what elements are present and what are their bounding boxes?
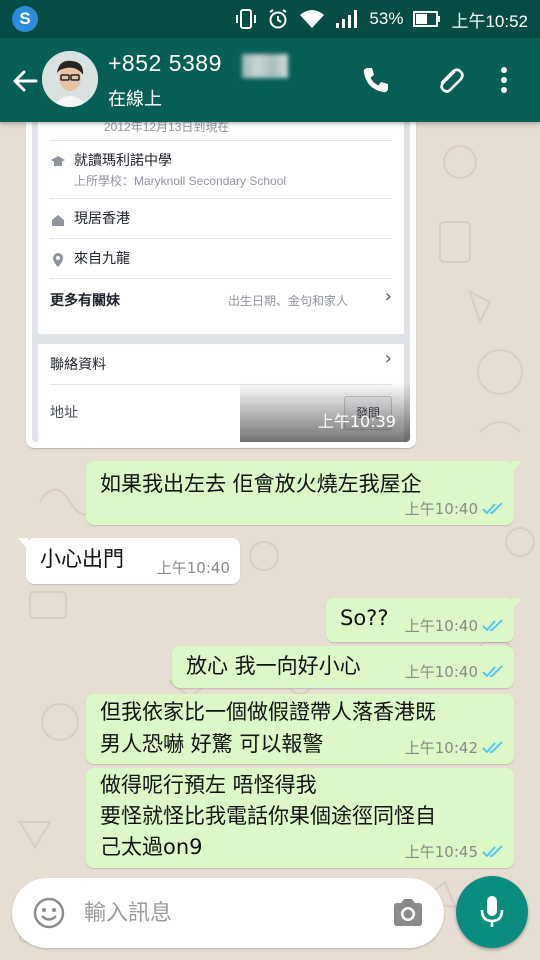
hometown-label: 來自九龍 [74,251,130,267]
divider [50,278,392,279]
app-notification-icon: S [12,6,38,32]
message-text: 如果我出左去 佢會放火燒左我屋企 [100,472,422,496]
camera-icon[interactable] [390,896,426,930]
divider [50,198,392,199]
graduation-icon [51,156,65,166]
message-time: 上午10:42 [404,739,478,757]
message-time: 上午10:39 [317,412,396,431]
attach-icon[interactable] [432,62,468,98]
mic-icon [480,896,504,927]
message-outgoing[interactable]: 但我依家比一個做假證帶人落香港既 男人恐嚇 好驚 可以報警 上午10:42 [86,694,514,764]
battery-icon [413,10,441,28]
phone-icon[interactable] [358,62,394,98]
contact-info-header: 聯絡資料 [50,357,106,373]
message-text: 放心 我一向好小心 [186,654,361,678]
school-label: 就讀瑪利諾中學 [74,153,172,169]
read-ticks-icon [482,501,503,514]
message-meta: 上午10:40 [405,498,504,519]
message-outgoing[interactable]: 放心 我一向好小心 上午10:40 [172,646,514,688]
shared-screenshot[interactable]: 2012年12月13日到現在 就讀瑪利諾中學 上所學校：Maryknoll Se… [32,118,410,442]
profile-card: 2012年12月13日到現在 就讀瑪利諾中學 上所學校：Maryknoll Se… [38,118,404,334]
message-time: 上午10:40 [404,663,478,681]
clock: 上午10:52 [451,11,528,31]
message-input[interactable] [84,892,374,934]
message-time: 上午10:40 [156,559,230,577]
chevron-right-icon: › [384,286,392,307]
redacted-number [242,54,288,78]
image-message[interactable]: 2012年12月13日到現在 就讀瑪利諾中學 上所學校：Maryknoll Se… [26,112,416,448]
contact-status: 在線上 [108,89,162,110]
back-arrow-icon[interactable] [8,64,42,98]
current-city-label: 現居香港 [74,211,130,227]
bubble-tail [512,598,522,610]
read-ticks-icon [482,740,503,753]
avatar[interactable] [42,51,98,107]
mic-button[interactable] [456,876,528,948]
more-icon[interactable] [486,62,522,98]
emoji-icon[interactable] [32,896,66,930]
more-about-subtext: 出生日期、金句和家人 [228,294,349,308]
school-subtext: 上所學校：Maryknoll Secondary School [74,174,287,188]
message-time: 上午10:40 [404,617,478,635]
message-text: 做得呢行預左 唔怪得我 要怪就怪比我電話你果個途徑同怪自 己太過on9 [100,773,436,859]
home-icon [52,215,64,226]
divider [50,140,392,141]
alarm-icon [267,8,289,30]
message-meta: 上午10:45 [405,841,504,862]
status-icons: 53% 上午10:52 [235,0,528,38]
chat-header: +852 5389 在線上 [0,38,540,122]
message-composer [12,878,444,948]
read-ticks-icon [482,844,503,857]
message-meta: 上午10:42 [405,737,504,758]
signal-icon [335,9,359,29]
message-meta: 上午10:40 [405,615,504,636]
message-meta: 上午10:40 [405,661,504,682]
read-ticks-icon [482,664,503,677]
message-meta: 上午10:40 [157,557,230,578]
status-bar: S 53% 上午10:52 [0,0,540,38]
bubble-tail [18,538,28,550]
message-incoming[interactable]: 小心出門 上午10:40 [18,538,240,584]
chevron-right-icon: › [384,348,392,369]
location-pin-icon [53,253,63,267]
wifi-icon [299,9,325,29]
message-time: 上午10:40 [404,500,478,518]
contact-name[interactable]: +852 5389 [108,50,222,77]
message-outgoing[interactable]: So?? 上午10:40 [326,598,522,642]
bubble-tail [512,461,522,473]
message-text: 小心出門 [40,547,124,571]
message-outgoing[interactable]: 如果我出左去 佢會放火燒左我屋企 上午10:40 [86,461,522,525]
message-outgoing[interactable]: 做得呢行預左 唔怪得我 要怪就怪比我電話你果個途徑同怪自 己太過on9 上午10… [86,768,514,868]
battery-percent: 53% [369,9,404,28]
read-ticks-icon [482,618,503,631]
message-time: 上午10:45 [404,843,478,861]
divider [50,238,392,239]
message-text: 但我依家比一個做假證帶人落香港既 男人恐嚇 好驚 可以報警 [100,700,436,756]
vibrate-icon [235,8,257,30]
more-about-label: 更多有關妹 [50,293,120,309]
address-label: 地址 [50,405,78,421]
message-text: So?? [340,606,389,630]
